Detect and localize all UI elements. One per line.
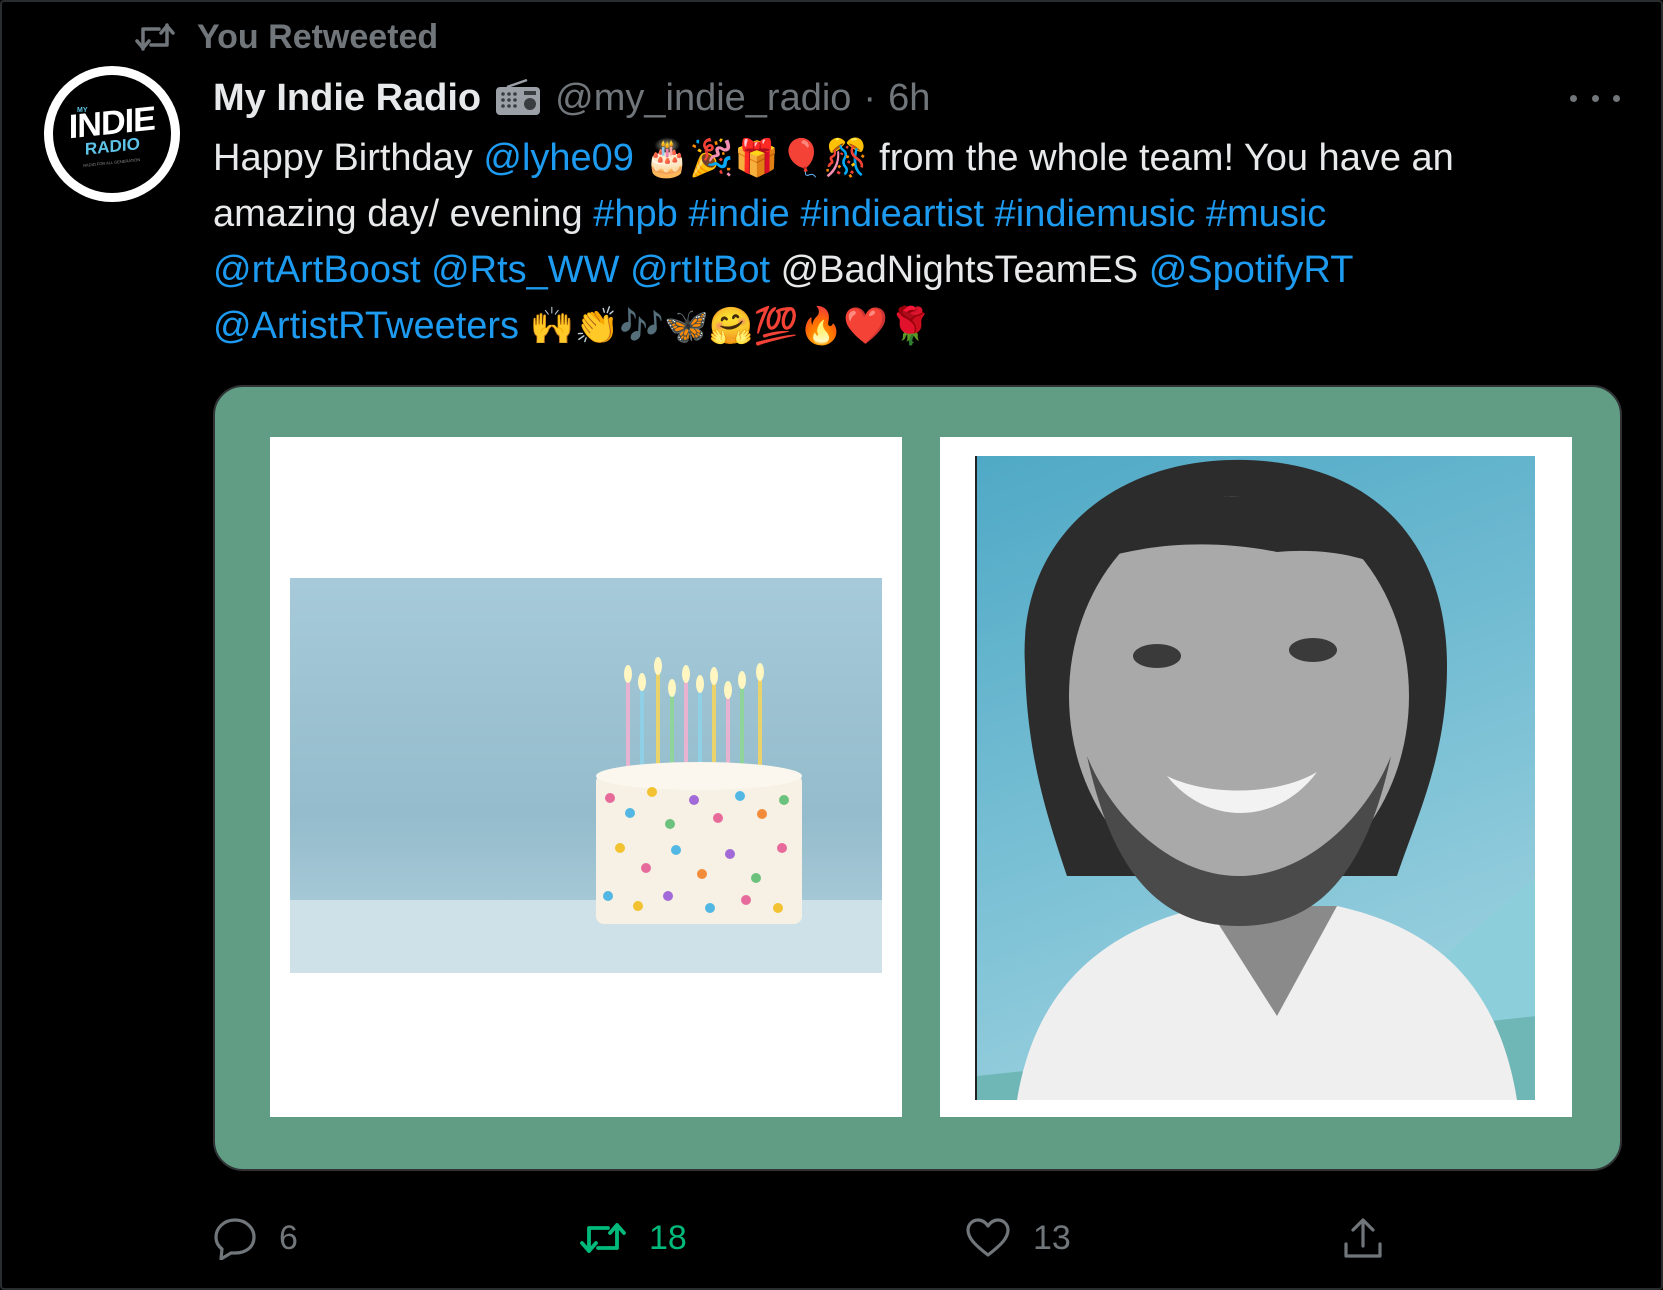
mention-plain: @BadNightsTeamES (780, 249, 1139, 291)
tweet-text-span: amazing day/ evening (213, 193, 594, 235)
tweet-line: @rtArtBoost @Rts_WW @rtItBot @BadNightsT… (213, 242, 1623, 298)
tweet-header: My Indie Radio @my_indie_radio · 6h (213, 72, 930, 124)
avatar-logo: MY INDIE RADIO RADIO FOR ALL GENERATION (53, 75, 171, 193)
hashtag-link[interactable]: #indie (688, 193, 789, 235)
tweet-timestamp[interactable]: 6h (888, 77, 930, 120)
tweet-media[interactable] (213, 385, 1622, 1171)
tweet-line: amazing day/ evening #hpb #indie #indiea… (213, 186, 1623, 242)
retweet-count: 18 (649, 1218, 687, 1257)
tweet-line: Happy Birthday @lyhe09 🎂🎉🎁🎈🎊 from the wh… (213, 130, 1623, 186)
mention-link[interactable]: @rtItBot (630, 249, 770, 291)
mention-link[interactable]: @SpotifyRT (1149, 249, 1354, 291)
media-panel-left (270, 437, 902, 1117)
mention-link[interactable]: @lyhe09 (483, 137, 634, 179)
account-name[interactable]: My Indie Radio (213, 77, 481, 120)
retweet-button[interactable]: 18 (579, 1208, 687, 1268)
retweet-icon (579, 1219, 627, 1257)
tweet-line: @ArtistRTweeters 🙌👏🎶🦋🤗💯🔥❤️🌹 (213, 298, 1623, 354)
emoji-group: 🎂🎉🎁🎈🎊 (644, 138, 869, 179)
account-handle[interactable]: @my_indie_radio (555, 77, 851, 120)
mention-link[interactable]: @rtArtBoost (213, 249, 421, 291)
avatar-logo-sub: RADIO (84, 133, 140, 159)
share-button[interactable] (1341, 1208, 1385, 1268)
radio-icon (493, 78, 543, 118)
tweet-text-span: from the whole team! You have an (868, 137, 1454, 179)
media-panel-right (940, 437, 1572, 1117)
share-icon (1341, 1216, 1385, 1260)
birthday-cake-image (290, 578, 882, 973)
hashtag-link[interactable]: #music (1206, 193, 1326, 235)
reply-count: 6 (279, 1218, 298, 1257)
avatar-logo-tagline: RADIO FOR ALL GENERATION (83, 156, 141, 168)
portrait-image (975, 456, 1535, 1100)
mention-link[interactable]: @Rts_WW (431, 249, 619, 291)
more-dot-icon (1570, 94, 1577, 102)
reply-button[interactable]: 6 (213, 1208, 298, 1268)
tweet-text: Happy Birthday @lyhe09 🎂🎉🎁🎈🎊 from the wh… (213, 130, 1623, 354)
more-dot-icon (1613, 94, 1620, 102)
retweet-icon (135, 21, 175, 53)
mention-link[interactable]: @ArtistRTweeters (213, 305, 519, 347)
emoji-group: 🙌👏🎶🦋🤗💯🔥❤️🌹 (529, 306, 934, 347)
retweet-banner-label: You Retweeted (197, 17, 439, 56)
reply-icon (213, 1216, 257, 1260)
retweet-banner: You Retweeted (135, 14, 438, 60)
heart-icon (965, 1217, 1011, 1259)
hashtag-link[interactable]: #hpb (593, 193, 678, 235)
more-dot-icon (1591, 94, 1599, 102)
hashtag-link[interactable]: #indieartist (800, 193, 984, 235)
tweet-text-span: Happy Birthday (213, 137, 484, 179)
avatar[interactable]: MY INDIE RADIO RADIO FOR ALL GENERATION (44, 66, 180, 202)
hashtag-link[interactable]: #indiemusic (995, 193, 1196, 235)
separator-dot: · (863, 76, 877, 119)
more-options-button[interactable] (1570, 78, 1620, 118)
tweet-actions: 6 18 13 (213, 1208, 1413, 1268)
like-count: 13 (1033, 1218, 1071, 1257)
like-button[interactable]: 13 (965, 1208, 1071, 1268)
